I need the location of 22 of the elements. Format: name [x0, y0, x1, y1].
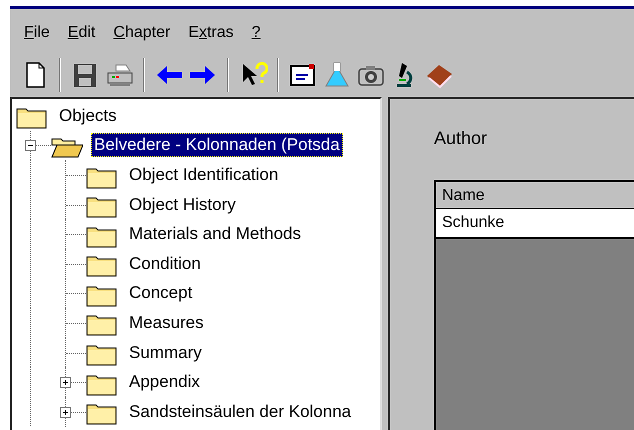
menu-item[interactable]: Chapter	[113, 25, 170, 41]
expand-toggle[interactable]	[60, 377, 71, 388]
tree-item[interactable]: Object Identification	[126, 162, 282, 187]
tree-item[interactable]: Appendix	[126, 370, 203, 394]
tree-item[interactable]: Summary	[126, 340, 205, 365]
table-cell: Schunke	[436, 209, 634, 239]
tree-item[interactable]: Measures	[126, 310, 207, 335]
tree-item[interactable]: Belvedere - Kolonnaden (Potsda	[91, 133, 343, 158]
column-header: Name	[436, 182, 634, 209]
menu-item[interactable]: Edit	[68, 25, 96, 41]
tree-item[interactable]: Materials and Methods	[126, 222, 304, 246]
tree-item[interactable]: Concept	[126, 281, 196, 306]
tree-item[interactable]: Condition	[126, 252, 204, 276]
section-title: Author	[434, 127, 488, 150]
tree-item[interactable]: Sandsteinsäulen der Kolonna	[126, 400, 354, 424]
expand-toggle[interactable]	[60, 406, 71, 418]
menu-item[interactable]: File	[24, 25, 50, 41]
menu-item[interactable]: ?	[252, 25, 261, 41]
tree-item[interactable]: Objects	[56, 104, 120, 128]
tree-item[interactable]: Object History	[126, 192, 239, 217]
expand-toggle[interactable]	[25, 140, 36, 152]
menu-item[interactable]: Extras	[188, 25, 234, 41]
